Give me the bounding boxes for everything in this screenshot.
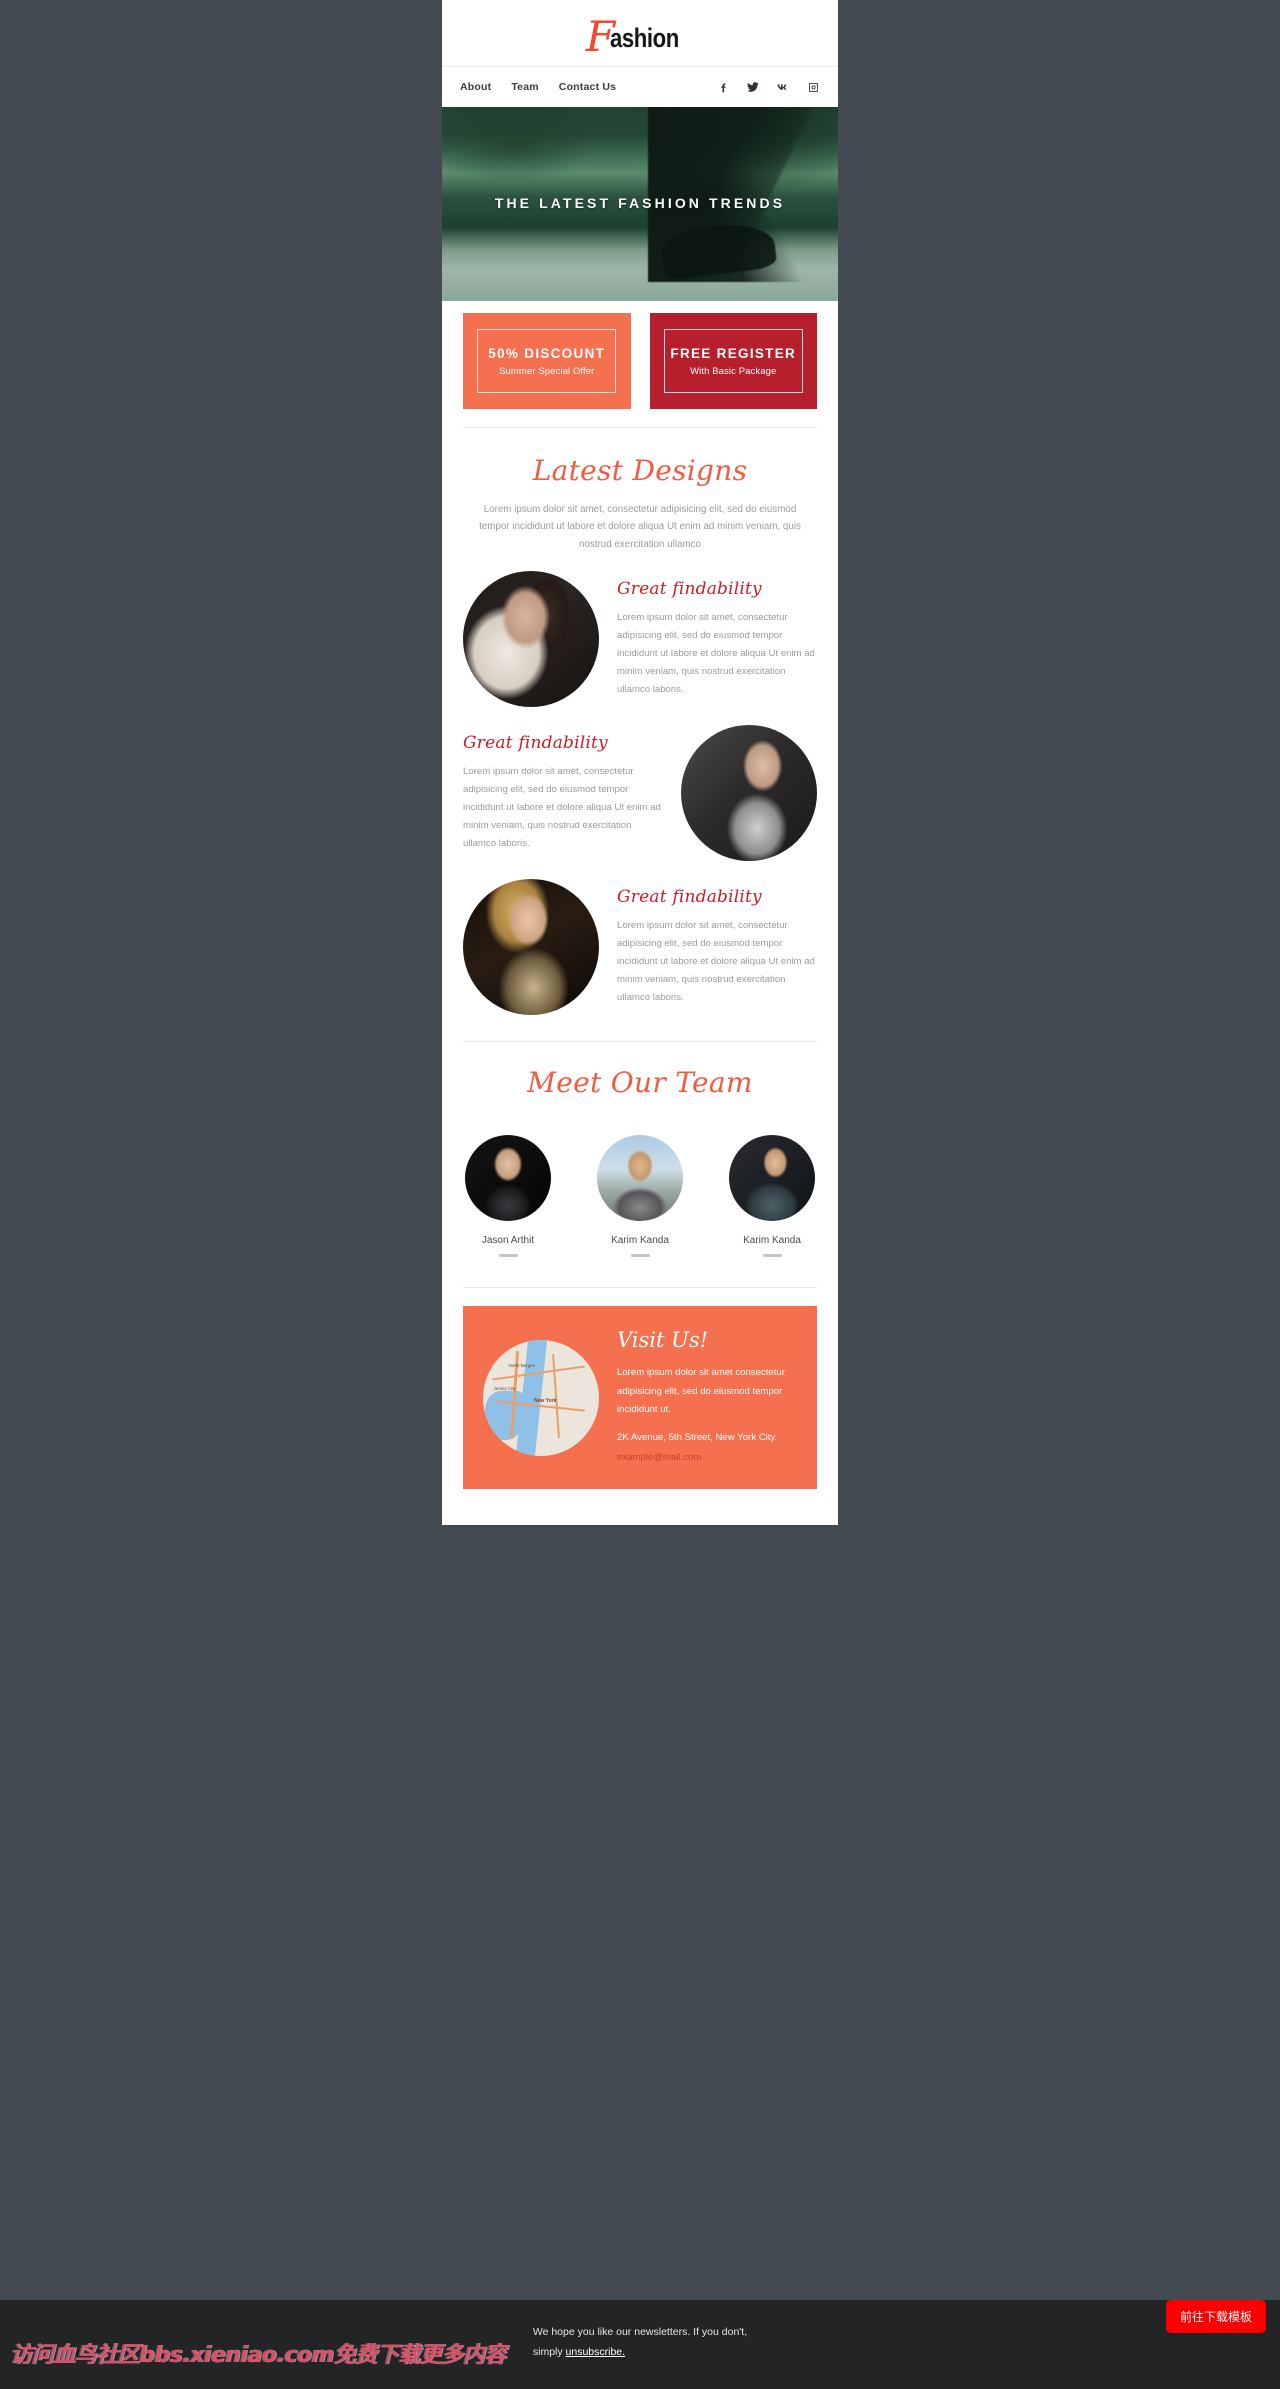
map-road (551, 1353, 560, 1438)
page-root: Fashion About Team Contact Us THE LATEST… (0, 0, 1280, 2389)
offer-discount-subtitle: Summer Special Offer (499, 365, 595, 377)
nav-link-team[interactable]: Team (511, 81, 538, 93)
team-member[interactable]: Jason Arthit (463, 1135, 553, 1258)
visit-us-title: Visit Us! (617, 1328, 709, 1353)
feature-title-2: Great findability (463, 733, 608, 754)
offers-row: 50% DISCOUNT Summer Special Offer FREE R… (442, 301, 838, 427)
feature-body-3: Great findability Lorem ipsum dolor sit … (617, 879, 817, 1007)
offer-register-inner: FREE REGISTER With Basic Package (663, 328, 803, 394)
map-city-label: New York (534, 1397, 557, 1404)
download-template-button[interactable]: 前往下载模板 (1165, 2300, 1266, 2333)
visit-us-section: New York Jersey City North Bergen Visit … (442, 1288, 838, 1512)
visit-us-text: Lorem ipsum dolor sit amet consectetur a… (617, 1367, 785, 1415)
team-member-name: Karim Kanda (743, 1235, 801, 1247)
offer-discount-inner: 50% DISCOUNT Summer Special Offer (477, 328, 617, 394)
unsubscribe-link[interactable]: unsubscribe. (566, 2346, 626, 2358)
offer-card-register[interactable]: FREE REGISTER With Basic Package (649, 313, 817, 409)
offer-register-title: FREE REGISTER (670, 345, 797, 361)
footer-line-1: We hope you like our newsletters. If you… (532, 2326, 748, 2339)
feature-row-3: Great findability Lorem ipsum dolor sit … (442, 861, 838, 1016)
brand-name: ashion (610, 23, 679, 53)
team-member[interactable]: Karim Kanda (595, 1135, 685, 1258)
visit-us-email-link[interactable]: example@mail.com (617, 1449, 701, 1467)
team-title: Meet Our Team (527, 1066, 753, 1100)
feature-image-1 (463, 571, 599, 708)
vk-icon[interactable] (776, 80, 790, 94)
visit-us-address: 2K Avenue, 5th Street, New York City. (617, 1431, 778, 1443)
avatar (597, 1135, 683, 1222)
team-grid: Jason Arthit Karim Kanda Karim Kanda (463, 1135, 817, 1258)
team-member-underline (630, 1254, 650, 1258)
email-newsletter-card: Fashion About Team Contact Us THE LATEST… (442, 0, 838, 1526)
brand-logo[interactable]: Fashion (586, 12, 694, 58)
offer-card-discount[interactable]: 50% DISCOUNT Summer Special Offer (463, 313, 631, 409)
latest-designs-lead: Lorem ipsum dolor sit amet, consectetur … (479, 504, 801, 550)
team-section: Meet Our Team Jason Arthit Karim Kanda K… (442, 1042, 838, 1287)
feature-row-1: Great findability Lorem ipsum dolor sit … (442, 553, 838, 708)
map-bay (485, 1390, 525, 1440)
map-label: North Bergen (508, 1363, 536, 1369)
feature-row-2: Great findability Lorem ipsum dolor sit … (442, 707, 838, 862)
map-label: Jersey City (493, 1386, 516, 1392)
map-image[interactable]: New York Jersey City North Bergen (483, 1339, 599, 1456)
twitter-icon[interactable] (746, 80, 760, 94)
instagram-icon[interactable] (806, 80, 820, 94)
nav-link-about[interactable]: About (460, 81, 491, 93)
feature-title-1: Great findability (617, 579, 762, 600)
feature-body-1: Great findability Lorem ipsum dolor sit … (617, 571, 817, 699)
hero-banner: THE LATEST FASHION TRENDS (442, 107, 838, 301)
offer-register-subtitle: With Basic Package (690, 365, 777, 377)
feature-text-3: Lorem ipsum dolor sit amet, consectetur … (617, 920, 815, 1004)
hero-headline: THE LATEST FASHION TRENDS (494, 195, 786, 211)
latest-designs-title: Latest Designs (532, 454, 748, 487)
brand-initial: F (585, 12, 615, 61)
feature-body-2: Great findability Lorem ipsum dolor sit … (463, 725, 663, 853)
team-member[interactable]: Karim Kanda (727, 1135, 817, 1258)
feature-title-3: Great findability (617, 887, 762, 908)
visit-us-body: Visit Us! Lorem ipsum dolor sit amet con… (617, 1328, 797, 1467)
logo-header: Fashion (442, 0, 838, 66)
footer-line-2-prefix: simply (532, 2345, 566, 2358)
offer-discount-title: 50% DISCOUNT (488, 345, 606, 361)
latest-designs-section: Latest Designs Lorem ipsum dolor sit ame… (442, 428, 838, 1043)
facebook-icon[interactable] (716, 80, 730, 94)
main-navigation: About Team Contact Us (442, 66, 838, 107)
team-member-underline (762, 1254, 782, 1258)
feature-image-3 (463, 879, 599, 1016)
footer: We hope you like our newsletters. If you… (0, 2300, 1280, 2389)
social-links-group (716, 80, 820, 94)
footer-message: We hope you like our newsletters. If you… (533, 2323, 747, 2362)
avatar (729, 1135, 815, 1222)
team-member-underline (498, 1254, 518, 1258)
visit-us-card: New York Jersey City North Bergen Visit … (463, 1306, 817, 1490)
avatar (465, 1135, 551, 1222)
team-member-name: Karim Kanda (611, 1235, 669, 1247)
nav-links-group: About Team Contact Us (460, 81, 616, 93)
feature-image-2 (681, 725, 817, 862)
team-member-name: Jason Arthit (481, 1235, 535, 1247)
nav-link-contact-us[interactable]: Contact Us (559, 81, 616, 93)
feature-text-2: Lorem ipsum dolor sit amet, consectetur … (463, 766, 661, 850)
feature-text-1: Lorem ipsum dolor sit amet, consectetur … (617, 612, 815, 696)
